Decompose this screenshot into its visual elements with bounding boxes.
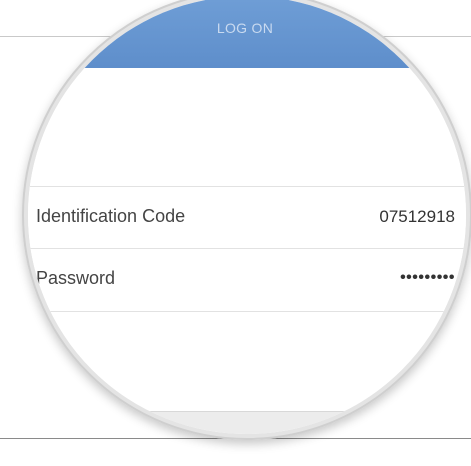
identification-code-row[interactable]: Identification Code 07512918: [28, 186, 466, 248]
screenshot-stage: LOG ON Identification Code 07512918 Pass…: [0, 0, 471, 466]
footer-bar: [28, 411, 466, 434]
form-spacer: [28, 68, 466, 190]
password-label: Password: [36, 268, 116, 288]
page-title: LOG ON: [216, 20, 274, 36]
identification-code-input[interactable]: 07512918: [379, 207, 455, 227]
login-screen: LOG ON Identification Code 07512918 Pass…: [28, 0, 466, 434]
magnifier-lens: LOG ON Identification Code 07512918 Pass…: [22, 0, 471, 440]
password-input[interactable]: •••••••••: [400, 269, 455, 287]
header-bar: LOG ON: [28, 0, 466, 68]
password-row[interactable]: Password •••••••••: [28, 248, 466, 312]
identification-code-label: Identification Code: [36, 206, 186, 226]
